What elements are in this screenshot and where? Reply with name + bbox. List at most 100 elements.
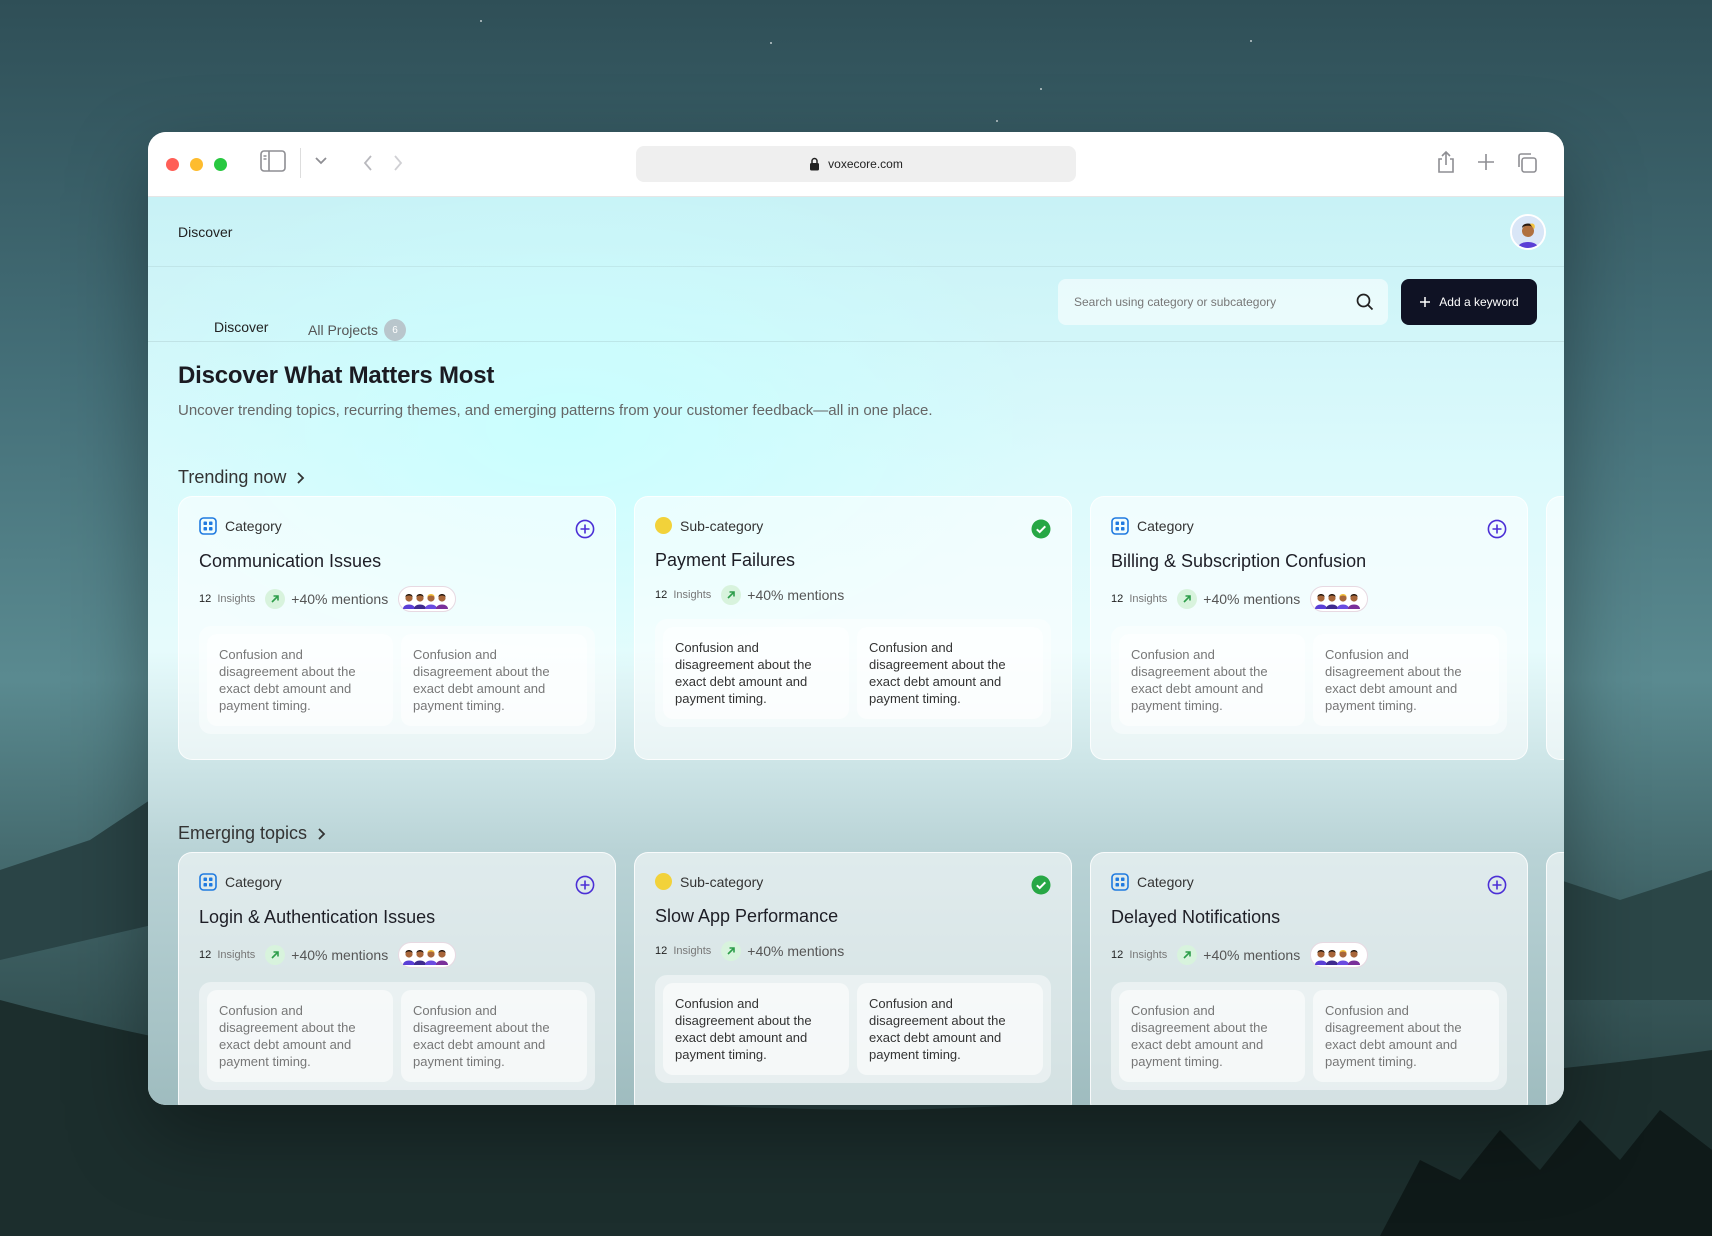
mentions-trend: +40% mentions bbox=[1177, 589, 1300, 609]
plus-icon bbox=[1420, 297, 1431, 307]
card-type: Sub-category bbox=[655, 517, 1051, 534]
participant-avatar-icon bbox=[436, 594, 449, 609]
insight-snippet[interactable]: Confusion and disagreement about the exa… bbox=[857, 983, 1043, 1075]
insight-snippet[interactable]: Confusion and disagreement about the exa… bbox=[1119, 634, 1305, 726]
tab-all-projects[interactable]: All Projects 6 bbox=[308, 319, 407, 341]
arrow-up-right-icon bbox=[265, 945, 286, 965]
topic-card[interactable]: Category Login & Authentication Issues 1… bbox=[178, 852, 616, 1105]
back-arrow-icon[interactable] bbox=[362, 154, 374, 172]
browser-toolbar: voxecore.com bbox=[148, 132, 1564, 197]
plus-circle-icon[interactable] bbox=[575, 519, 595, 539]
insight-snippet[interactable]: Confusion and disagreement about the exa… bbox=[1313, 990, 1499, 1082]
card-type-label: Category bbox=[1137, 518, 1194, 534]
chevron-right-icon bbox=[297, 471, 305, 484]
star bbox=[1040, 88, 1042, 90]
chevron-down-icon[interactable] bbox=[314, 156, 328, 166]
grid-icon bbox=[1111, 517, 1129, 535]
avatar-group bbox=[398, 586, 457, 612]
card-title: Communication Issues bbox=[199, 551, 382, 571]
topic-card[interactable]: Category Communication Issues 12 Insight… bbox=[178, 496, 616, 760]
address-bar[interactable]: voxecore.com bbox=[636, 146, 1076, 182]
star bbox=[1250, 40, 1252, 42]
card-type-label: Category bbox=[1137, 874, 1194, 890]
search-icon[interactable] bbox=[1356, 293, 1374, 311]
mentions-text: +40% mentions bbox=[747, 943, 845, 959]
mentions-text: +40% mentions bbox=[1203, 947, 1301, 963]
card-type: Category bbox=[1111, 873, 1507, 891]
search-input[interactable] bbox=[1074, 295, 1334, 309]
count-badge: 6 bbox=[384, 319, 407, 341]
topic-card-partial bbox=[1546, 852, 1564, 1105]
minimize-window-button[interactable] bbox=[190, 158, 203, 171]
plus-circle-icon[interactable] bbox=[1487, 875, 1507, 895]
insights-label: Insights bbox=[673, 589, 712, 601]
insight-snippet[interactable]: Confusion and disagreement about the exa… bbox=[1313, 634, 1499, 726]
insight-snippet[interactable]: Confusion and disagreement about the exa… bbox=[1119, 990, 1305, 1082]
star bbox=[996, 120, 998, 122]
plus-circle-icon[interactable] bbox=[1487, 519, 1507, 539]
emerging-cards: Category Login & Authentication Issues 1… bbox=[178, 852, 1564, 1105]
insight-snippet[interactable]: Confusion and disagreement about the exa… bbox=[207, 634, 393, 726]
avatar-group bbox=[398, 942, 457, 968]
insights-count: 12 bbox=[1111, 593, 1124, 605]
insights-count: 12 bbox=[199, 949, 212, 961]
toolbar-divider bbox=[300, 148, 301, 178]
arrow-up-right-icon bbox=[721, 585, 742, 605]
card-title: Delayed Notifications bbox=[1111, 907, 1281, 927]
arrow-up-right-icon bbox=[721, 941, 742, 961]
tab-discover[interactable]: Discover bbox=[214, 319, 268, 335]
card-type: Category bbox=[1111, 517, 1507, 535]
topic-card[interactable]: Category Delayed Notifications 12 Insigh… bbox=[1090, 852, 1528, 1105]
topic-card[interactable]: Sub-category Slow App Performance 12 Ins… bbox=[634, 852, 1072, 1105]
grid-icon bbox=[199, 517, 217, 535]
trending-cards: Category Communication Issues 12 Insight… bbox=[178, 496, 1564, 760]
mentions-trend: +40% mentions bbox=[265, 589, 388, 609]
share-icon[interactable] bbox=[1436, 150, 1456, 174]
hero: Discover What Matters Most Uncover trend… bbox=[148, 342, 1564, 419]
insight-snippet[interactable]: Confusion and disagreement about the exa… bbox=[857, 627, 1043, 719]
card-type-label: Category bbox=[225, 874, 282, 890]
topic-card[interactable]: Sub-category Payment Failures 12 Insight… bbox=[634, 496, 1072, 760]
user-avatar[interactable] bbox=[1510, 213, 1546, 250]
zoom-window-button[interactable] bbox=[214, 158, 227, 171]
arrow-up-right-icon bbox=[1177, 945, 1198, 965]
insights-preview: Confusion and disagreement about the exa… bbox=[1111, 626, 1507, 734]
search-box bbox=[1058, 279, 1388, 325]
add-keyword-button[interactable]: Add a keyword bbox=[1401, 279, 1537, 325]
section-title-emerging[interactable]: Emerging topics bbox=[178, 823, 326, 844]
insight-snippet[interactable]: Confusion and disagreement about the exa… bbox=[401, 990, 587, 1082]
insights-count: 12 bbox=[1111, 949, 1124, 961]
insight-snippet[interactable]: Confusion and disagreement about the exa… bbox=[207, 990, 393, 1082]
card-type-label: Sub-category bbox=[680, 517, 764, 534]
card-title: Slow App Performance bbox=[655, 906, 839, 926]
card-type: Category bbox=[199, 873, 595, 891]
arrow-up-right-icon bbox=[265, 589, 286, 609]
card-title: Login & Authentication Issues bbox=[199, 907, 436, 927]
tab-overview-icon[interactable] bbox=[1516, 152, 1538, 174]
sidebar-toggle-icon[interactable] bbox=[260, 150, 286, 172]
avatar-group bbox=[1310, 586, 1369, 612]
breadcrumb: Discover bbox=[178, 223, 233, 240]
plus-circle-icon[interactable] bbox=[575, 875, 595, 895]
yellow-dot-icon bbox=[655, 517, 672, 534]
insight-snippet[interactable]: Confusion and disagreement about the exa… bbox=[663, 627, 849, 719]
check-circle-icon[interactable] bbox=[1031, 875, 1051, 895]
mentions-text: +40% mentions bbox=[747, 587, 845, 603]
insights-preview: Confusion and disagreement about the exa… bbox=[199, 626, 595, 734]
check-circle-icon[interactable] bbox=[1031, 519, 1051, 539]
insight-snippet[interactable]: Confusion and disagreement about the exa… bbox=[401, 634, 587, 726]
insights-count: 12 bbox=[199, 593, 212, 605]
page-title: Discover What Matters Most bbox=[178, 362, 495, 389]
insights-preview: Confusion and disagreement about the exa… bbox=[655, 975, 1051, 1083]
close-window-button[interactable] bbox=[166, 158, 179, 171]
insights-label: Insights bbox=[217, 949, 256, 961]
forward-arrow-icon[interactable] bbox=[392, 154, 404, 172]
insight-snippet[interactable]: Confusion and disagreement about the exa… bbox=[663, 983, 849, 1075]
card-title: Billing & Subscription Confusion bbox=[1111, 551, 1367, 571]
new-tab-plus-icon[interactable] bbox=[1476, 152, 1496, 172]
insights-count: 12 bbox=[655, 589, 668, 601]
insights-label: Insights bbox=[673, 945, 712, 957]
section-title-trending[interactable]: Trending now bbox=[178, 467, 305, 488]
topic-card[interactable]: Category Billing & Subscription Confusio… bbox=[1090, 496, 1528, 760]
participant-avatar-icon bbox=[436, 950, 449, 965]
